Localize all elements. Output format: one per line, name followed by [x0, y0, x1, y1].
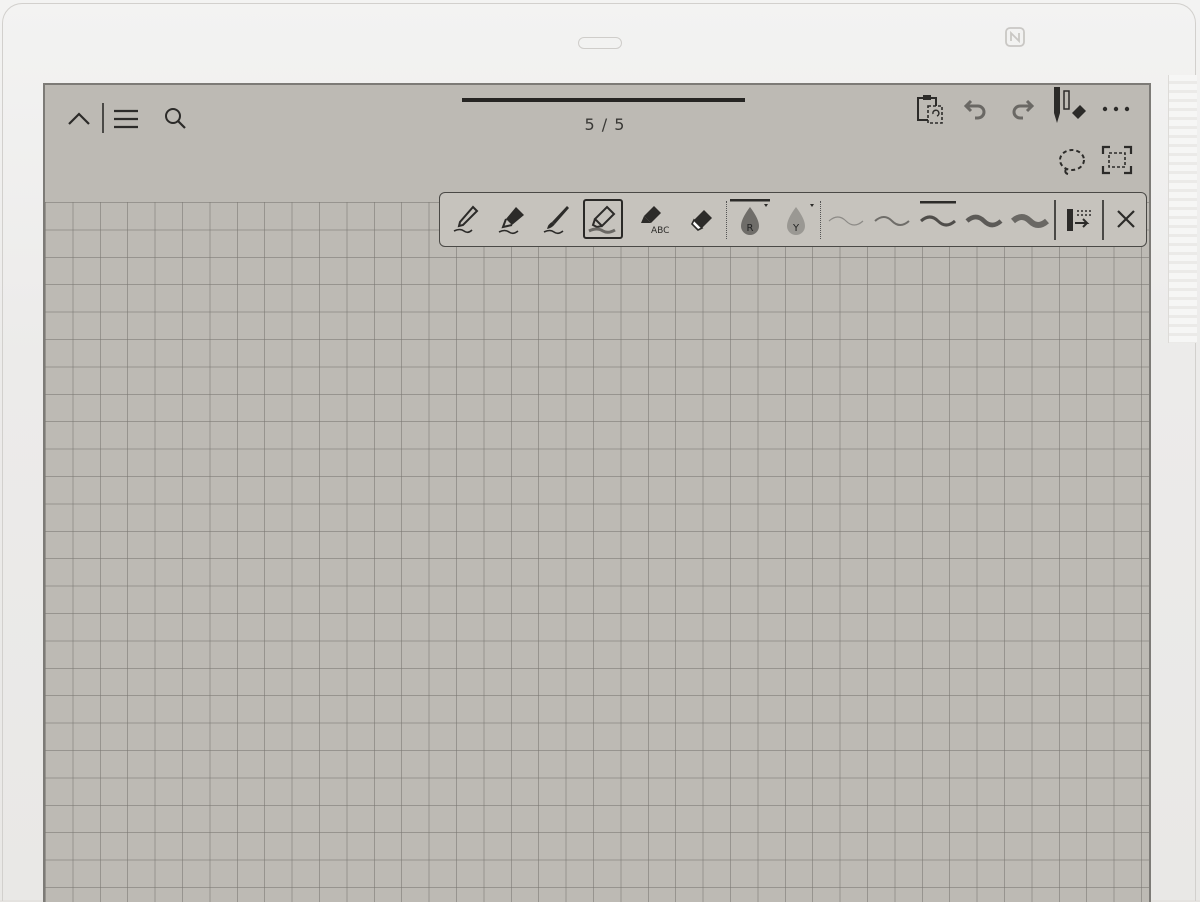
- chevron-up-icon[interactable]: [65, 105, 93, 133]
- toolbar-separator: [820, 201, 821, 239]
- pen-settings-toolbar: ABC R Y: [439, 192, 1147, 247]
- lasso-select-icon[interactable]: [1055, 145, 1089, 177]
- eraser-icon[interactable]: [683, 199, 723, 239]
- menu-icon[interactable]: [111, 105, 141, 133]
- fountain-pen-icon[interactable]: [492, 199, 532, 239]
- highlighter-icon[interactable]: [583, 199, 623, 239]
- thickness-1-icon[interactable]: [824, 199, 868, 239]
- undo-icon[interactable]: [961, 95, 991, 123]
- redo-icon[interactable]: [1007, 95, 1037, 123]
- color-red-drop[interactable]: R: [728, 199, 772, 239]
- toolbar-separator: [726, 201, 727, 239]
- page-progress-bar[interactable]: [462, 98, 745, 102]
- more-icon[interactable]: [1099, 99, 1133, 119]
- thickness-4-icon[interactable]: [962, 199, 1006, 239]
- close-icon[interactable]: [1106, 199, 1146, 239]
- svg-text:ABC: ABC: [651, 226, 669, 235]
- toolbar-separator: [1102, 200, 1104, 240]
- paste-icon[interactable]: [913, 91, 947, 127]
- brush-pen-icon[interactable]: [537, 199, 577, 239]
- toolbar-divider: [102, 103, 104, 133]
- fullscreen-icon[interactable]: [1099, 143, 1135, 177]
- grid-paper-canvas[interactable]: [45, 202, 1149, 902]
- thickness-3-icon[interactable]: [916, 199, 960, 239]
- pen-eraser-icon[interactable]: [1049, 85, 1089, 127]
- e-ink-screen: 5 / 5 ABC R Y: [43, 83, 1151, 902]
- thickness-2-icon[interactable]: [870, 199, 914, 239]
- pen-holder-strap: [1168, 75, 1197, 343]
- nfc-logo-icon: [1005, 27, 1025, 47]
- thickness-5-icon[interactable]: [1008, 199, 1052, 239]
- toolbar-separator: [1054, 200, 1056, 240]
- top-toolbar: 5 / 5: [45, 85, 1149, 195]
- color-yellow-drop[interactable]: Y: [774, 199, 818, 239]
- svg-text:R: R: [747, 223, 754, 234]
- page-counter: 5 / 5: [584, 115, 626, 134]
- pen-settings-icon[interactable]: [1059, 199, 1099, 239]
- svg-text:Y: Y: [792, 223, 800, 234]
- ballpoint-pen-icon[interactable]: [447, 199, 487, 239]
- page-progress-fill: [462, 98, 745, 102]
- search-icon[interactable]: [161, 104, 189, 132]
- speaker-slot: [578, 37, 622, 49]
- text-marker-icon[interactable]: ABC: [634, 199, 678, 239]
